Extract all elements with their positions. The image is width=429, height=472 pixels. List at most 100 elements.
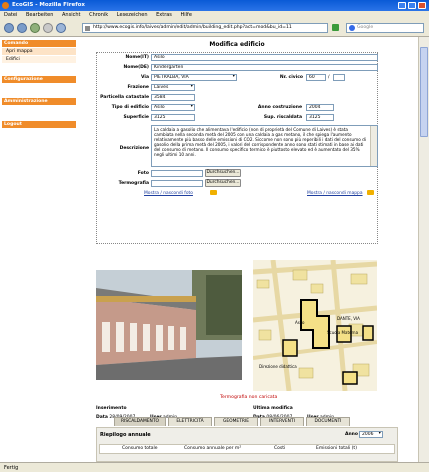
termografia-file-field[interactable]: [151, 180, 203, 187]
tab-elettricita[interactable]: ELETTRICITÀ: [168, 417, 212, 426]
map-label-direzione: Direzione didattica: [259, 364, 297, 369]
summary-panel: Riepilogo annuale Anno 2006 Consumo tota…: [96, 427, 398, 462]
building-form: Nome(IT) Asilo Nome(DE) Kindergarten Via…: [96, 52, 378, 244]
civico-separator: /: [328, 75, 330, 80]
textarea-scrollbar[interactable]: [370, 126, 377, 166]
main-content: Modifica edificio Nome(IT) Asilo Nome(DE…: [96, 37, 380, 462]
menu-bookmarks[interactable]: Lesezeichen: [117, 12, 148, 18]
maximize-button[interactable]: [408, 2, 416, 9]
section-tabs: RISCALDAMENTO ELETTRICITÀ GEOMETRIE INTE…: [114, 417, 374, 427]
column-costi: Costi: [274, 446, 286, 451]
search-input[interactable]: Google: [346, 23, 424, 33]
civico-suffix-field[interactable]: [333, 74, 345, 81]
home-icon[interactable]: [56, 23, 66, 33]
menu-file[interactable]: Datei: [4, 12, 17, 18]
forward-icon[interactable]: [17, 23, 27, 33]
status-text: Fertig: [4, 465, 19, 471]
year-label: Anno: [345, 432, 358, 437]
sidebar-section-comando[interactable]: Comando: [2, 40, 76, 47]
label-particella: Particella catastale: [100, 95, 149, 100]
tab-geometrie[interactable]: GEOMETRIE: [214, 417, 258, 426]
search-engine-icon[interactable]: [349, 25, 355, 31]
close-button[interactable]: [418, 2, 426, 9]
name-de-field[interactable]: Kindergarten: [151, 64, 378, 71]
column-consumo-m2: Consumo annuale per m²: [184, 446, 242, 451]
label-name-it: Nome(IT): [125, 55, 149, 60]
sidebar-section-amministrazione[interactable]: Amministrazione: [2, 98, 76, 105]
termografia-browse-button[interactable]: Durchsuchen...: [205, 179, 241, 187]
page-icon: [85, 26, 90, 31]
page-viewport: Comando Apri mappa Edifici Configurazion…: [0, 37, 429, 462]
toggle-photo-link[interactable]: Mostra / nascondi foto: [144, 191, 193, 196]
superficie-field[interactable]: 3125: [151, 114, 195, 121]
column-consumo-totale: Consumo totale: [122, 446, 158, 451]
label-termografia: Termografia: [118, 181, 149, 186]
label-descrizione: Descrizione: [119, 146, 149, 151]
toggle-map-link[interactable]: Mostra / nascondi mappa: [307, 191, 363, 196]
column-emissioni: Emissioni totali (t): [316, 446, 357, 451]
tipo-select[interactable]: Asilo: [151, 104, 195, 111]
map-label-scuola: Scuola Materna: [327, 330, 359, 335]
label-tipo: Tipo di edificio: [111, 105, 149, 110]
sidebar: Comando Apri mappa Edifici Configurazion…: [0, 37, 78, 462]
sidebar-section-logout[interactable]: Logout: [2, 121, 76, 128]
map-label-street: DANTE, VIA: [337, 316, 360, 321]
ultima-modifica-heading: Ultima modifica: [253, 406, 293, 411]
label-foto: Foto: [137, 171, 149, 176]
menu-tools[interactable]: Extras: [156, 12, 172, 18]
summary-title: Riepilogo annuale: [100, 432, 151, 438]
tab-riscaldamento[interactable]: RISCALDAMENTO: [114, 417, 166, 426]
sup-risc-field[interactable]: 3125: [306, 114, 334, 121]
url-text: http://www.ecogis.info/laives/admin/edit…: [93, 25, 292, 30]
navigation-toolbar: http://www.ecogis.info/laives/admin/edit…: [0, 19, 429, 37]
page-title: Modifica edificio: [209, 41, 265, 48]
civico-field[interactable]: 60: [306, 74, 326, 81]
window-titlebar: EcoGIS - Mozilla Firefox: [0, 0, 429, 11]
ins-date-label: Data: [96, 415, 108, 420]
menu-help[interactable]: Hilfe: [181, 12, 192, 18]
tab-documenti[interactable]: DOCUMENTI: [306, 417, 350, 426]
reload-icon[interactable]: [30, 23, 40, 33]
frazione-select[interactable]: Laives: [151, 84, 195, 91]
sidebar-item-edifici[interactable]: Edifici: [2, 56, 76, 63]
descrizione-textarea[interactable]: La caldaia a gasolio che alimentava l'ed…: [151, 125, 378, 167]
anno-field[interactable]: 2004: [306, 104, 334, 111]
menu-bar: Datei Bearbeiten Ansicht Chronik Lesezei…: [0, 11, 429, 19]
name-it-field[interactable]: Asilo: [151, 54, 378, 61]
via-select[interactable]: PIETRALBA, VIA: [151, 74, 237, 81]
particella-field[interactable]: 3584: [151, 94, 195, 101]
page-scrollbar-thumb[interactable]: [420, 47, 428, 137]
label-sup-risc: Sup. riscaldata: [263, 115, 302, 120]
search-placeholder: Google: [357, 25, 374, 30]
menu-edit[interactable]: Bearbeiten: [26, 12, 53, 18]
back-icon[interactable]: [4, 23, 14, 33]
inserimento-heading: Inserimento: [96, 406, 127, 411]
thermography-missing-text: Termografia non caricata: [220, 395, 278, 400]
status-bar: Fertig: [0, 462, 429, 472]
building-photo-image: [96, 270, 242, 380]
page-scrollbar[interactable]: [418, 37, 429, 462]
foto-browse-button[interactable]: Durchsuchen...: [205, 169, 241, 177]
window-title: EcoGIS - Mozilla Firefox: [12, 2, 85, 8]
building-photo: [96, 270, 242, 380]
stop-icon[interactable]: [43, 23, 53, 33]
menu-view[interactable]: Ansicht: [62, 12, 80, 18]
url-field[interactable]: http://www.ecogis.info/laives/admin/edit…: [82, 23, 328, 33]
building-map[interactable]: Asilo Scuola Materna DANTE, VIA Direzion…: [253, 260, 377, 391]
descrizione-text: La caldaia a gasolio che alimentava l'ed…: [154, 127, 366, 157]
map-toggle-icon[interactable]: [367, 190, 374, 195]
label-superficie: Superficie: [123, 115, 149, 120]
go-icon[interactable]: [332, 24, 339, 31]
photo-toggle-icon[interactable]: [210, 190, 217, 195]
year-select[interactable]: 2006: [359, 431, 383, 438]
foto-file-field[interactable]: [151, 170, 203, 177]
summary-table-header: Consumo totale Consumo annuale per m² Co…: [99, 444, 395, 454]
label-civico: Nr. civico: [279, 75, 303, 80]
sidebar-item-apri-mappa[interactable]: Apri mappa: [2, 48, 76, 55]
sidebar-section-configurazione[interactable]: Configurazione: [2, 76, 76, 83]
map-label-asilo: Asilo: [295, 320, 305, 325]
menu-history[interactable]: Chronik: [89, 12, 108, 18]
minimize-button[interactable]: [398, 2, 406, 9]
tab-interventi[interactable]: INTERVENTI: [260, 417, 304, 426]
label-name-de: Nome(DE): [123, 65, 149, 70]
